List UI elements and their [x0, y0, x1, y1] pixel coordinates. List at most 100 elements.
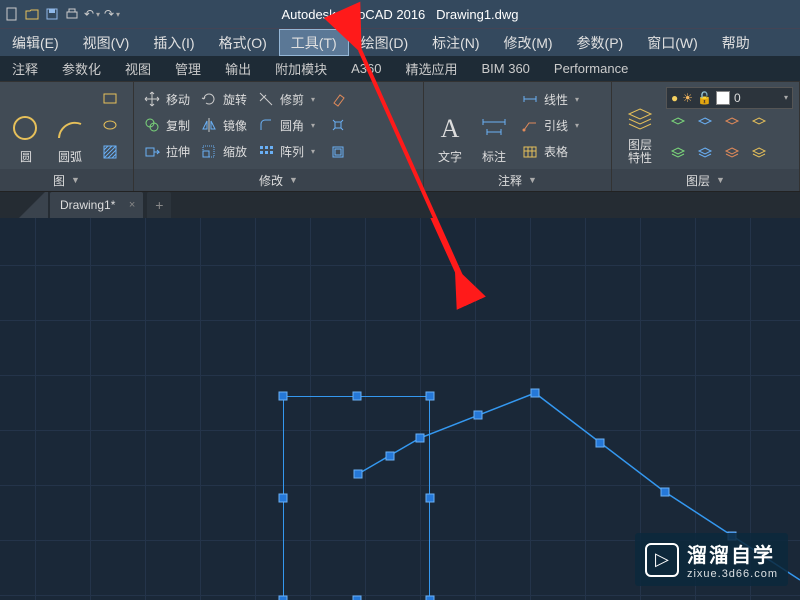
close-tab-icon[interactable]: ×	[129, 199, 135, 211]
menu-绘图d[interactable]: 绘图(D)	[349, 29, 420, 56]
grip-handle[interactable]	[596, 439, 605, 448]
ribbon-tab-bim 360[interactable]: BIM 360	[469, 56, 541, 81]
watermark-logo-icon: ▷	[645, 543, 679, 577]
linear-dim-tool[interactable]: 线性▾	[518, 87, 582, 111]
arc-label: 圆弧	[58, 148, 82, 165]
copy-tool[interactable]: 复制	[140, 113, 193, 137]
rect-tool[interactable]	[98, 87, 122, 111]
leader-tool[interactable]: 引线▾	[518, 113, 582, 137]
menu-格式o[interactable]: 格式(O)	[207, 29, 279, 56]
layer-btn-5[interactable]	[666, 140, 690, 164]
document-tabs: Drawing1* × +	[0, 192, 800, 218]
title-bar: ↶▾ ↷▾ Autodesk AutoCAD 2016 Drawing1.dwg	[0, 0, 800, 28]
layer-btn-3[interactable]	[720, 112, 744, 136]
watermark: ▷ 溜溜自学 zixue.3d66.com	[635, 533, 788, 586]
explode-tool[interactable]	[326, 113, 350, 137]
ribbon-tab-视图[interactable]: 视图	[113, 56, 163, 81]
trim-tool[interactable]: 修剪▾	[254, 87, 318, 111]
annotation-panel-head[interactable]: 注释▼	[424, 169, 611, 191]
grip-handle[interactable]	[354, 470, 363, 479]
menu-视图v[interactable]: 视图(V)	[71, 29, 142, 56]
mirror-tool[interactable]: 镜像	[197, 113, 250, 137]
menu-窗口w[interactable]: 窗口(W)	[635, 29, 710, 56]
table-icon	[521, 143, 539, 161]
stretch-tool[interactable]: 拉伸	[140, 140, 193, 164]
rect-icon	[101, 90, 119, 108]
quick-access-toolbar: ↶▾ ↷▾	[4, 6, 120, 22]
text-label: 文字	[438, 148, 462, 165]
ribbon-tab-performance[interactable]: Performance	[542, 56, 640, 81]
ribbon-tab-参数化[interactable]: 参数化	[50, 56, 113, 81]
menu-工具t[interactable]: 工具(T)	[279, 29, 349, 56]
layer-selector[interactable]: ● ☀ 🔓 0 ▾	[666, 87, 793, 109]
dimension-icon	[478, 113, 510, 145]
scale-icon	[200, 143, 218, 161]
layer-btn-8[interactable]	[747, 140, 771, 164]
ribbon-tab-管理[interactable]: 管理	[163, 56, 213, 81]
print-icon[interactable]	[64, 6, 80, 22]
hatch-tool[interactable]	[98, 140, 122, 164]
arc-tool[interactable]: 圆弧	[50, 86, 90, 165]
grip-handle[interactable]	[531, 389, 540, 398]
fillet-tool[interactable]: 圆角▾	[254, 113, 318, 137]
ribbon-tab-注释[interactable]: 注释	[0, 56, 50, 81]
layer-properties[interactable]: 图层 特性	[618, 86, 662, 165]
watermark-title: 溜溜自学	[687, 539, 778, 568]
undo-icon[interactable]: ↶▾	[84, 6, 100, 22]
menu-编辑e[interactable]: 编辑(E)	[0, 29, 71, 56]
ribbon-tab-精选应用[interactable]: 精选应用	[393, 56, 469, 81]
ellipse-icon	[101, 116, 119, 134]
move-tool[interactable]: 移动	[140, 87, 193, 111]
ribbon-tab-输出[interactable]: 输出	[213, 56, 263, 81]
copy-icon	[143, 116, 161, 134]
layer-panel-head[interactable]: 图层▼	[612, 169, 799, 191]
table-tool[interactable]: 表格	[518, 140, 582, 164]
grip-handle[interactable]	[416, 434, 425, 443]
grip-handle[interactable]	[661, 488, 670, 497]
linear-icon	[521, 90, 539, 108]
doc-tab-label: Drawing1*	[60, 198, 115, 212]
dimension-tool[interactable]: 标注	[474, 86, 514, 165]
array-tool[interactable]: 阵列▾	[254, 140, 318, 164]
new-icon[interactable]	[4, 6, 20, 22]
ellipse-tool[interactable]	[98, 113, 122, 137]
layer-btn-2[interactable]	[693, 112, 717, 136]
menu-bar: 编辑(E)视图(V)插入(I)格式(O)工具(T)绘图(D)标注(N)修改(M)…	[0, 28, 800, 56]
ribbon-panels: 圆 圆弧 图▼ 移动 复制 拉伸 旋转 镜像 缩放	[0, 82, 800, 192]
erase-tool[interactable]	[326, 87, 350, 111]
layer-btn-6[interactable]	[693, 140, 717, 164]
window-title: Autodesk AutoCAD 2016 Drawing1.dwg	[281, 7, 518, 22]
menu-插入i[interactable]: 插入(I)	[141, 29, 206, 56]
layer-btn-1[interactable]	[666, 112, 690, 136]
text-tool[interactable]: A 文字	[430, 86, 470, 165]
menu-修改m[interactable]: 修改(M)	[492, 29, 565, 56]
tab-corner	[16, 192, 48, 218]
new-tab-button[interactable]: +	[147, 192, 171, 218]
ribbon-tab-附加模块[interactable]: 附加模块	[263, 56, 339, 81]
doc-tab-active[interactable]: Drawing1* ×	[50, 192, 143, 218]
redo-icon[interactable]: ↷▾	[104, 6, 120, 22]
fillet-icon	[257, 116, 275, 134]
mirror-icon	[200, 116, 218, 134]
layer-btn-7[interactable]	[720, 140, 744, 164]
hatch-icon	[101, 143, 119, 161]
modify-panel-head[interactable]: 修改▼	[134, 169, 423, 191]
grip-handle[interactable]	[474, 411, 483, 420]
ribbon-tab-a360[interactable]: A360	[339, 56, 393, 81]
menu-标注n[interactable]: 标注(N)	[420, 29, 491, 56]
scale-tool[interactable]: 缩放	[197, 140, 250, 164]
sun-icon: ☀	[682, 91, 693, 105]
watermark-url: zixue.3d66.com	[687, 568, 778, 580]
grip-handle[interactable]	[386, 452, 395, 461]
rotate-tool[interactable]: 旋转	[197, 87, 250, 111]
layer-name: 0	[734, 91, 778, 105]
menu-帮助[interactable]: 帮助	[710, 29, 762, 56]
leader-icon	[521, 116, 539, 134]
offset-tool[interactable]	[326, 140, 350, 164]
draw-panel-head[interactable]: 图▼	[0, 169, 133, 191]
menu-参数p[interactable]: 参数(P)	[565, 29, 636, 56]
layer-btn-4[interactable]	[747, 112, 771, 136]
open-icon[interactable]	[24, 6, 40, 22]
save-icon[interactable]	[44, 6, 60, 22]
circle-tool[interactable]: 圆	[6, 86, 46, 165]
